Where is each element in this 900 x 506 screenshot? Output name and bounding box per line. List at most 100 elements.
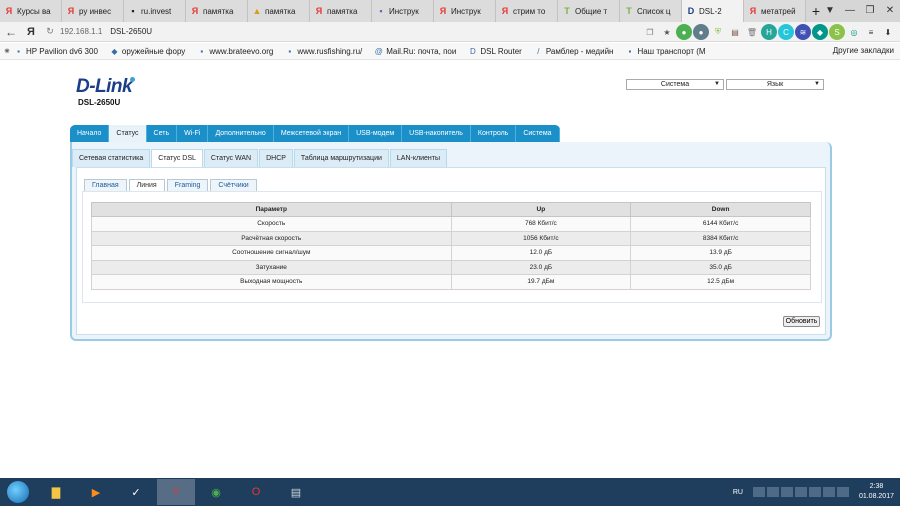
yandex-logo-icon[interactable]: Я [22,26,40,38]
language-select[interactable]: Язык ▼ [726,79,824,90]
main-menu-item[interactable]: Дополнительно [208,125,274,142]
bookmark-item[interactable]: @ Mail.Ru: почта, пои [374,47,457,56]
flag-extension-icon[interactable]: ◆ [812,24,828,40]
browser-tab[interactable]: ▪ ru.invest [124,0,186,22]
trash-icon[interactable]: 🗑 [744,24,760,40]
reload-icon[interactable]: ↻ [44,26,56,37]
browser-tab[interactable]: ▪ Инструк [372,0,434,22]
tab-list-icon[interactable]: ▼ [820,0,840,22]
system-select[interactable]: Система ▼ [626,79,724,90]
mail-icon[interactable]: ✓ [117,479,155,505]
sub-menu-item[interactable]: DHCP [259,149,293,167]
download-icon[interactable]: ⬇ [880,24,896,40]
tab-favicon-icon: T [626,6,632,16]
tab-label: Инструк [451,6,481,16]
bookmark-label: www.brateevo.org [209,46,274,56]
main-menu-item[interactable]: Wi-Fi [177,125,209,142]
bookmark-item[interactable]: ◆ оружейные фору [110,47,185,56]
back-arrow-icon[interactable]: ← [0,25,22,39]
start-button[interactable] [0,478,36,506]
s-extension-icon[interactable]: S [829,24,845,40]
bookmark-favicon-icon: ▪ [200,46,204,56]
main-menu-item[interactable]: Сеть [147,125,178,142]
main-menu-item[interactable]: Контроль [471,125,517,142]
main-menu-item[interactable]: USB-модем [349,125,403,142]
menu-icon[interactable]: ≡ [863,24,879,40]
main-menu-item[interactable]: Статус [109,125,147,142]
tab-favicon-icon: D [687,6,695,16]
bookmarks-apps-icon[interactable]: ⁕ [0,46,14,57]
bookmark-item[interactable]: / Рамблер - медийн [534,47,613,56]
system-tray: RU 2:38 01.08.2017 [733,478,894,506]
clock[interactable]: 2:38 01.08.2017 [859,482,894,502]
browser-tab[interactable]: ▲ памятка [248,0,310,22]
h-extension-icon[interactable]: H [761,24,777,40]
tab-label: памятка [265,6,296,16]
main-menu-item[interactable]: Начало [70,125,110,142]
main-menu-item[interactable]: USB-накопитель [402,125,471,142]
line-tab[interactable]: Счётчики [210,179,257,191]
browser-tab[interactable]: Япамятка [186,0,248,22]
globe-icon[interactable]: ◎ [846,24,862,40]
language-indicator[interactable]: RU [733,489,743,496]
browser-tab[interactable]: T Общие т [558,0,620,22]
browser-tab[interactable]: Я Инструк [434,0,496,22]
tray-icon[interactable] [752,487,765,497]
browser-tab[interactable]: Ястрим то [496,0,558,22]
line-tab[interactable]: Главная [84,179,127,191]
browser-tab[interactable]: T Список ц [620,0,682,22]
wifi-extension-icon[interactable]: ≋ [795,24,811,40]
opera-icon[interactable]: O [237,479,275,505]
shield-icon[interactable]: ⛨ [710,24,726,40]
minimize-icon[interactable]: — [840,0,860,22]
sub-menu-item[interactable]: LAN-клиенты [389,149,447,167]
star-bookmark-icon[interactable]: ★ [659,24,675,40]
table-row: Расчётная скорость 1056 Кбит/с 8384 Кбит/с [91,230,811,246]
browser-tab[interactable]: Япамятка [310,0,372,22]
chrome-icon[interactable]: ◉ [197,479,235,505]
tab-favicon-icon: ▲ [252,6,262,16]
url-field[interactable]: ↻ 192.168.1.1 DSL-2650U [44,24,604,40]
line-tab[interactable]: Линия [128,179,165,191]
media-player-icon[interactable]: ▶ [77,479,115,505]
chevron-down-icon: ▼ [714,81,720,87]
model-name: DSL-2650U [78,98,121,107]
sub-menu-item[interactable]: Статус DSL [151,149,203,167]
folder-icon[interactable]: ▇ [37,479,75,505]
tray-icon[interactable] [808,487,821,497]
extension-green-icon[interactable]: ● [676,24,692,40]
refresh-button[interactable]: Обновить [783,316,820,327]
explorer-icon[interactable]: ▤ [277,479,315,505]
yandex-browser-icon[interactable]: Y [157,479,195,505]
tray-icon[interactable] [780,487,793,497]
bookmark-item[interactable]: ▪ Наш транспорт (М [625,47,706,56]
bookmark-item[interactable]: ▪ www.brateevo.org [197,47,273,56]
table-cell: 12.5 дБм [630,274,811,290]
line-tab[interactable]: Framing [166,179,209,191]
bookmark-item[interactable]: ▪ www.rusfishing.ru/ [285,47,362,56]
browser-tab[interactable]: Я Курсы ва [0,0,62,22]
main-menu-item[interactable]: Межсетевой экран [274,125,350,142]
browser-tab[interactable]: Яметатрей [744,0,806,22]
close-icon[interactable]: ✕ [880,0,900,22]
main-menu-item[interactable]: Система [516,125,560,142]
browser-tab[interactable]: Яру инвес [62,0,124,22]
bookmark-item[interactable]: D DSL Router [468,47,522,56]
browser-tab[interactable]: D DSL-2 [682,0,744,22]
copy-icon[interactable]: ❐ [642,24,658,40]
extension-badge-icon[interactable]: ● [693,24,709,40]
url-text[interactable]: 192.168.1.1 [60,27,102,36]
tray-icon[interactable] [766,487,779,497]
sub-menu-item[interactable]: Таблица маршрутизации [293,149,389,167]
volume-icon[interactable] [836,487,849,497]
sub-menu-item[interactable]: Статус WAN [203,149,259,167]
restore-icon[interactable]: ❐ [860,0,880,22]
c-extension-icon[interactable]: C [778,24,794,40]
tab-label: Курсы ва [17,6,51,16]
network-icon[interactable] [822,487,835,497]
folder-ext-icon[interactable]: ▤ [727,24,743,40]
bookmark-item[interactable]: ▪ HP Pavilion dv6 300 [14,47,98,56]
other-bookmarks[interactable]: Другие закладки [833,46,894,55]
sub-menu-item[interactable]: Сетевая статистика [72,149,151,167]
tray-icon[interactable] [794,487,807,497]
